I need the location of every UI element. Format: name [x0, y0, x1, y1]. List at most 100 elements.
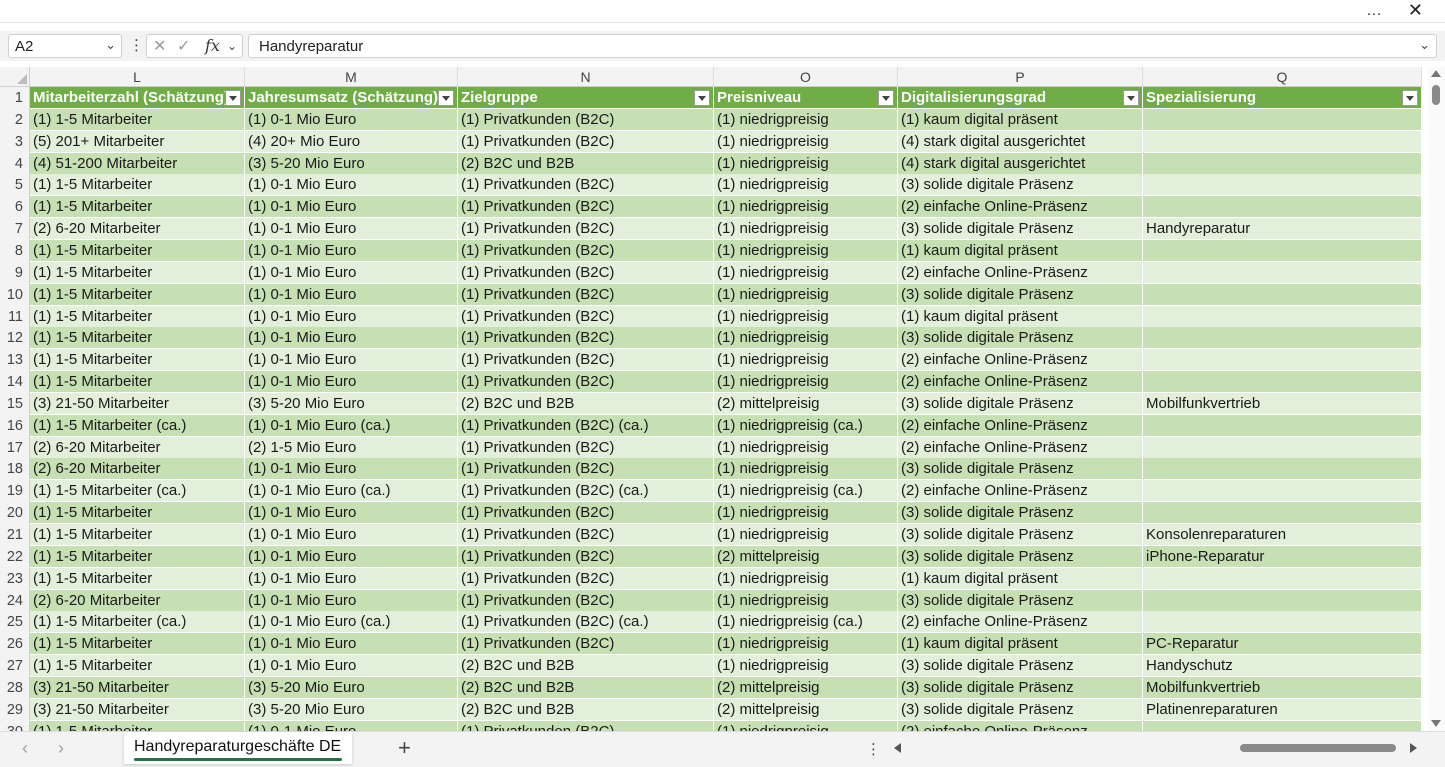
table-cell[interactable]: (1) kaum digital präsent: [898, 567, 1143, 590]
table-cell[interactable]: Handyreparatur: [1143, 218, 1422, 241]
row-header[interactable]: 17: [0, 436, 30, 459]
table-cell[interactable]: (1) Privatkunden (B2C): [458, 218, 714, 241]
table-cell[interactable]: (1) 0-1 Mio Euro (ca.): [245, 611, 458, 634]
table-cell[interactable]: (1) Privatkunden (B2C): [458, 174, 714, 197]
table-cell[interactable]: (1) niedrigpreisig: [714, 130, 898, 153]
table-cell[interactable]: (1) niedrigpreisig: [714, 174, 898, 197]
table-cell[interactable]: (1) 1-5 Mitarbeiter: [30, 655, 245, 678]
table-cell[interactable]: (2) einfache Online-Präsenz: [898, 371, 1143, 394]
table-cell[interactable]: (1) Privatkunden (B2C) (ca.): [458, 611, 714, 634]
table-cell[interactable]: (1) niedrigpreisig: [714, 567, 898, 590]
table-cell[interactable]: (2) mittelpreisig: [714, 545, 898, 568]
table-cell[interactable]: (1) 0-1 Mio Euro: [245, 108, 458, 131]
row-header[interactable]: 30: [0, 720, 30, 731]
row-header[interactable]: 9: [0, 261, 30, 284]
table-cell[interactable]: (1) niedrigpreisig: [714, 524, 898, 546]
table-cell[interactable]: Mobilfunkvertrieb: [1143, 676, 1422, 699]
table-cell[interactable]: (1) 0-1 Mio Euro: [245, 502, 458, 525]
table-cell[interactable]: [1143, 436, 1422, 459]
row-header[interactable]: 16: [0, 414, 30, 437]
table-cell[interactable]: (1) niedrigpreisig (ca.): [714, 611, 898, 634]
table-cell[interactable]: (1) 1-5 Mitarbeiter: [30, 108, 245, 131]
table-cell[interactable]: (1) niedrigpreisig: [714, 633, 898, 656]
chevron-down-icon[interactable]: ⌄: [227, 39, 237, 53]
row-header[interactable]: 10: [0, 283, 30, 306]
confirm-icon[interactable]: ✓: [177, 36, 190, 56]
table-cell[interactable]: Mobilfunkvertrieb: [1143, 392, 1422, 415]
row-header[interactable]: 20: [0, 502, 30, 525]
table-cell[interactable]: (1) Privatkunden (B2C): [458, 327, 714, 350]
column-header-o[interactable]: O: [714, 67, 898, 87]
table-cell[interactable]: (2) B2C und B2B: [458, 676, 714, 699]
row-header[interactable]: 23: [0, 567, 30, 590]
row-header[interactable]: 22: [0, 545, 30, 568]
table-cell[interactable]: (2) B2C und B2B: [458, 152, 714, 175]
table-cell[interactable]: (2) einfache Online-Präsenz: [898, 196, 1143, 219]
table-cell[interactable]: (3) 5-20 Mio Euro: [245, 392, 458, 415]
table-cell[interactable]: (3) 5-20 Mio Euro: [245, 698, 458, 721]
table-cell[interactable]: (1) 0-1 Mio Euro: [245, 524, 458, 546]
sheet-tab[interactable]: Handyreparaturgeschäfte DE: [124, 732, 352, 764]
table-cell[interactable]: PC-Reparatur: [1143, 633, 1422, 656]
table-cell[interactable]: (4) stark digital ausgerichtet: [898, 130, 1143, 153]
table-cell[interactable]: iPhone-Reparatur: [1143, 545, 1422, 568]
table-cell[interactable]: (1) 0-1 Mio Euro: [245, 174, 458, 197]
table-cell[interactable]: (1) Privatkunden (B2C) (ca.): [458, 414, 714, 437]
column-header-n[interactable]: N: [458, 67, 714, 87]
table-cell[interactable]: (1) 0-1 Mio Euro: [245, 283, 458, 306]
table-cell[interactable]: (1) Privatkunden (B2C): [458, 502, 714, 525]
table-cell[interactable]: (1) 1-5 Mitarbeiter: [30, 502, 245, 525]
table-cell[interactable]: (1) kaum digital präsent: [898, 239, 1143, 262]
table-cell[interactable]: (2) 6-20 Mitarbeiter: [30, 589, 245, 612]
vertical-scrollbar[interactable]: [1428, 67, 1445, 731]
table-cell[interactable]: (1) 1-5 Mitarbeiter: [30, 305, 245, 328]
table-cell[interactable]: (1) niedrigpreisig: [714, 152, 898, 175]
table-cell[interactable]: (1) 1-5 Mitarbeiter: [30, 720, 245, 731]
column-header-l[interactable]: L: [30, 67, 245, 87]
scroll-right-icon[interactable]: [1410, 743, 1417, 753]
table-cell[interactable]: (1) niedrigpreisig: [714, 655, 898, 678]
table-cell[interactable]: (1) 1-5 Mitarbeiter: [30, 545, 245, 568]
table-cell[interactable]: [1143, 720, 1422, 731]
more-options-icon[interactable]: …: [1366, 2, 1383, 20]
table-cell[interactable]: (1) 0-1 Mio Euro: [245, 261, 458, 284]
chevron-left-icon[interactable]: ‹: [22, 738, 28, 759]
header-cell[interactable]: Spezialisierung: [1143, 87, 1422, 109]
row-header[interactable]: 1: [0, 87, 30, 109]
table-cell[interactable]: [1143, 349, 1422, 372]
row-header[interactable]: 19: [0, 480, 30, 503]
table-cell[interactable]: [1143, 589, 1422, 612]
table-cell[interactable]: (2) 6-20 Mitarbeiter: [30, 458, 245, 481]
table-cell[interactable]: [1143, 567, 1422, 590]
table-cell[interactable]: (1) 1-5 Mitarbeiter: [30, 239, 245, 262]
insert-function-icon[interactable]: fx: [205, 36, 220, 55]
scroll-up-icon[interactable]: [1431, 70, 1441, 77]
table-cell[interactable]: (3) solide digitale Präsenz: [898, 502, 1143, 525]
row-header[interactable]: 25: [0, 611, 30, 634]
table-cell[interactable]: (1) 0-1 Mio Euro: [245, 655, 458, 678]
name-box[interactable]: A2 ⌄: [8, 34, 122, 58]
table-cell[interactable]: (1) 0-1 Mio Euro: [245, 567, 458, 590]
table-cell[interactable]: (1) kaum digital präsent: [898, 108, 1143, 131]
table-cell[interactable]: (1) 1-5 Mitarbeiter (ca.): [30, 480, 245, 503]
table-cell[interactable]: (1) niedrigpreisig: [714, 371, 898, 394]
table-cell[interactable]: [1143, 305, 1422, 328]
table-cell[interactable]: [1143, 458, 1422, 481]
row-header[interactable]: 5: [0, 174, 30, 197]
header-cell[interactable]: Preisniveau: [714, 87, 898, 109]
table-cell[interactable]: (1) Privatkunden (B2C) (ca.): [458, 480, 714, 503]
table-cell[interactable]: (2) 6-20 Mitarbeiter: [30, 436, 245, 459]
table-cell[interactable]: (3) solide digitale Präsenz: [898, 327, 1143, 350]
table-cell[interactable]: (2) 6-20 Mitarbeiter: [30, 218, 245, 241]
table-cell[interactable]: (4) stark digital ausgerichtet: [898, 152, 1143, 175]
table-cell[interactable]: (1) Privatkunden (B2C): [458, 261, 714, 284]
table-cell[interactable]: [1143, 196, 1422, 219]
table-cell[interactable]: (4) 20+ Mio Euro: [245, 130, 458, 153]
horizontal-scroll-thumb[interactable]: [1240, 744, 1396, 752]
table-cell[interactable]: (1) 0-1 Mio Euro (ca.): [245, 480, 458, 503]
table-cell[interactable]: (1) Privatkunden (B2C): [458, 305, 714, 328]
table-cell[interactable]: [1143, 502, 1422, 525]
header-cell[interactable]: Digitalisierungsgrad: [898, 87, 1143, 109]
table-cell[interactable]: [1143, 480, 1422, 503]
table-cell[interactable]: (1) Privatkunden (B2C): [458, 349, 714, 372]
